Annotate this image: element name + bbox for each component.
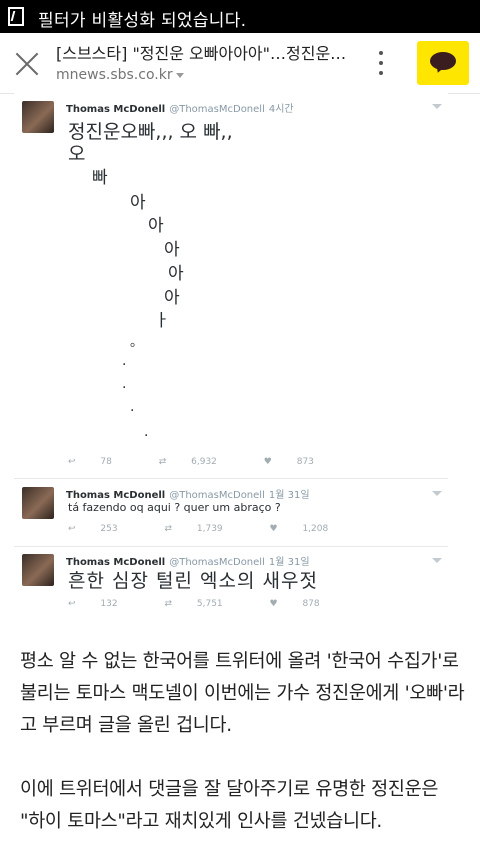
retweet-icon: ⇄ bbox=[164, 524, 175, 534]
heart-icon: ♥ bbox=[269, 524, 281, 534]
tweet-actions: ↩ 253 ⇄ 1,739 ♥ 1,208 bbox=[68, 524, 372, 534]
status-text: 필터가 비활성화 되었습니다. bbox=[38, 11, 247, 31]
divider bbox=[14, 546, 448, 547]
status-bar: 필터가 비활성화 되었습니다. bbox=[0, 0, 480, 33]
chevron-down-icon bbox=[175, 72, 184, 78]
retweet-icon: ⇄ bbox=[158, 457, 170, 467]
tweet-text: tá fazendo oq aqui ? quer um abraço ? bbox=[68, 501, 281, 514]
tweet-text-char: . bbox=[130, 399, 135, 415]
reply-icon: ↩ bbox=[68, 457, 79, 467]
tweet: Thomas McDonell @ThomasMcDonell 4시간 정진운오빠,… bbox=[14, 93, 448, 473]
reply-icon: ↩ bbox=[68, 599, 79, 609]
retweet-count: ⇄ 6,932 bbox=[158, 457, 217, 467]
tweet-text-char: . bbox=[144, 424, 149, 440]
tweet-text-char: 오 bbox=[68, 143, 86, 165]
tweet-text-char: ㅏ bbox=[154, 311, 170, 331]
tweet-text-char: . bbox=[122, 376, 127, 392]
divider bbox=[14, 478, 448, 479]
reply-icon: ↩ bbox=[68, 524, 79, 534]
url-dropdown[interactable]: mnews.sbs.co.kr bbox=[56, 67, 184, 83]
avatar bbox=[22, 101, 54, 133]
tweet-author: Thomas McDonell bbox=[66, 490, 166, 501]
like-count: ♥ 873 bbox=[263, 457, 314, 467]
tweet-handle: @ThomasMcDonell bbox=[169, 490, 265, 501]
retweet-count: ⇄ 1,739 bbox=[164, 524, 223, 534]
tweet-text-char: . bbox=[122, 353, 127, 369]
tweet-handle: @ThomasMcDonell bbox=[169, 104, 265, 115]
tweet-text-char: 아 bbox=[168, 264, 184, 284]
tweet-author: Thomas McDonell bbox=[66, 104, 166, 115]
filter-notification-icon bbox=[8, 7, 24, 26]
like-count: ♥ 878 bbox=[269, 599, 320, 609]
tweet-time: 1월 31일 bbox=[268, 490, 310, 501]
tweet-text-char: 아 bbox=[130, 193, 146, 213]
reply-count: ↩ 78 bbox=[68, 457, 112, 467]
kakaotalk-share-button[interactable] bbox=[417, 41, 469, 85]
tweet-text: 흔한 심장 털린 엑소의 새우젓 bbox=[68, 570, 318, 592]
tweet-text-char: 아 bbox=[148, 216, 164, 236]
browser-toolbar: [스브스타] "정진운 오빠아아아"…정진운… mnews.sbs.co.kr bbox=[0, 33, 480, 94]
avatar bbox=[22, 487, 54, 519]
avatar bbox=[22, 554, 54, 586]
like-count: ♥ 1,208 bbox=[269, 524, 329, 534]
tweet: Thomas McDonell @ThomasMcDonell 1월 31일 흔한 … bbox=[14, 548, 448, 618]
page-title: [스브스타] "정진운 오빠아아아"…정진운… bbox=[56, 44, 347, 63]
reply-count: ↩ 132 bbox=[68, 599, 118, 609]
url-text: mnews.sbs.co.kr bbox=[56, 67, 173, 83]
tweet-time: 4시간 bbox=[268, 104, 294, 115]
article-paragraph: 평소 알 수 없는 한국어를 트위터에 올려 '한국어 수집가'로 불리는 토마… bbox=[20, 651, 465, 736]
tweet-text-char: 。 bbox=[130, 335, 144, 350]
tweet-text-char: 아 bbox=[164, 240, 180, 260]
more-options-icon[interactable] bbox=[375, 50, 387, 76]
tweet-screenshot-image: Thomas McDonell @ThomasMcDonell 4시간 정진운오빠,… bbox=[14, 93, 448, 633]
tweet-actions: ↩ 78 ⇄ 6,932 ♥ 873 bbox=[68, 457, 358, 467]
retweet-count: ⇄ 5,751 bbox=[164, 599, 223, 609]
chevron-down-icon bbox=[432, 558, 442, 563]
chevron-down-icon bbox=[432, 491, 442, 496]
reply-count: ↩ 253 bbox=[68, 524, 118, 534]
tweet-text-char: 빠 bbox=[92, 168, 108, 188]
tweet-text: 정진운오빠,,, 오 빠,, bbox=[68, 121, 233, 143]
close-icon[interactable] bbox=[14, 51, 40, 77]
tweet: Thomas McDonell @ThomasMcDonell 1월 31일 tá … bbox=[14, 481, 448, 541]
tweet-text-char: 아 bbox=[164, 288, 180, 308]
heart-icon: ♥ bbox=[269, 599, 281, 609]
retweet-icon: ⇄ bbox=[164, 599, 175, 609]
tweet-actions: ↩ 132 ⇄ 5,751 ♥ 878 bbox=[68, 599, 364, 609]
heart-icon: ♥ bbox=[263, 457, 275, 467]
chevron-down-icon bbox=[432, 104, 442, 109]
article-paragraph: 이에 트위터에서 댓글을 잘 달아주기로 유명한 정진운은 "하이 토마스"라고… bbox=[20, 779, 439, 832]
